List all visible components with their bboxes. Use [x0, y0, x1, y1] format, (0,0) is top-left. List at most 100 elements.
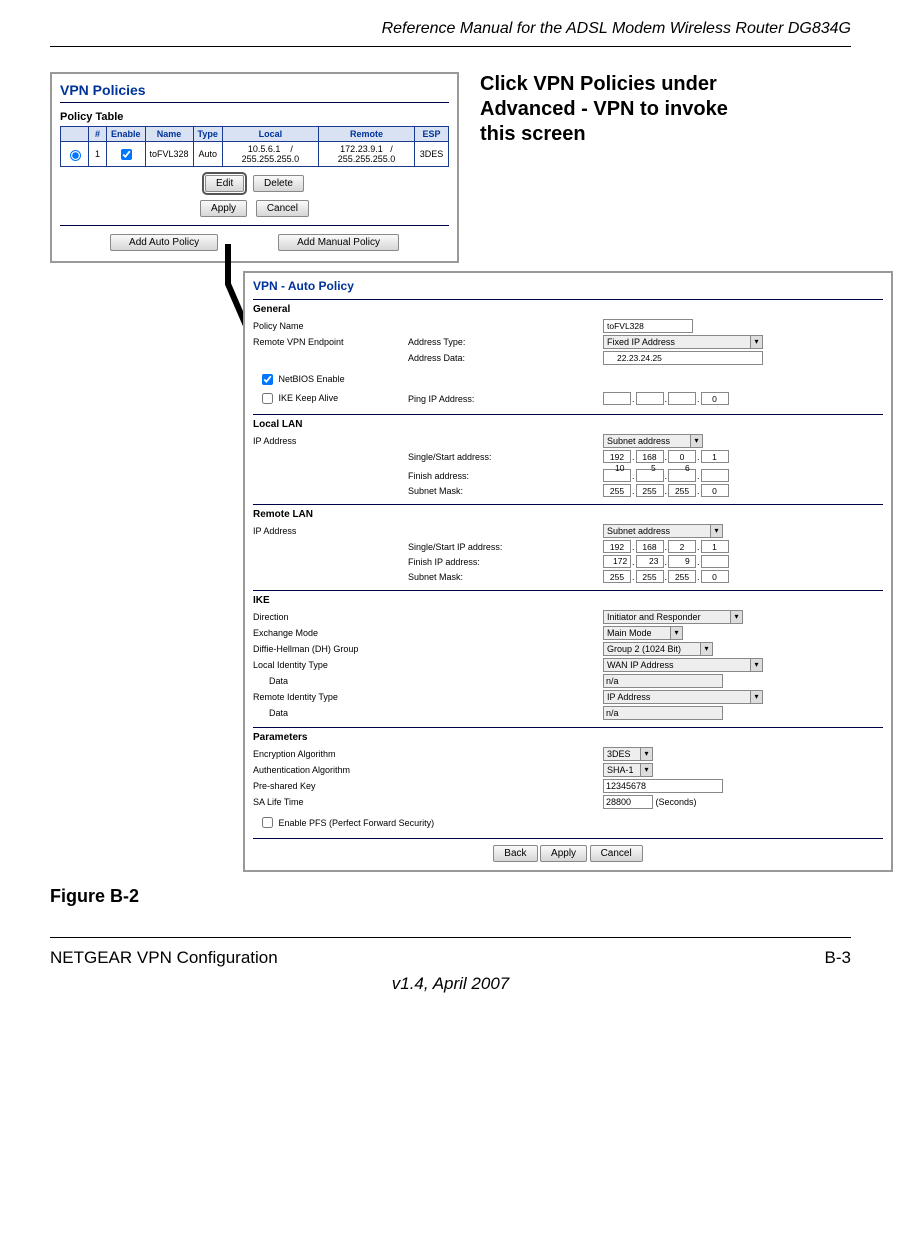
direction-select[interactable]: Initiator and Responder — [603, 610, 743, 624]
rm-o2[interactable] — [636, 570, 664, 583]
exchange-select[interactable]: Main Mode — [603, 626, 683, 640]
lm-o2[interactable] — [636, 484, 664, 497]
lf-o3[interactable] — [668, 469, 696, 482]
psk-label: Pre-shared Key — [253, 781, 603, 791]
section-head-remote: Remote LAN — [253, 509, 883, 520]
remote-ip-mode-select[interactable]: Subnet address — [603, 524, 723, 538]
remote-ip-label: IP Address — [253, 526, 408, 536]
ls-o4[interactable] — [701, 450, 729, 463]
header-rule — [50, 46, 851, 47]
rf-o3[interactable] — [668, 555, 696, 568]
address-data-input[interactable] — [603, 351, 763, 365]
rm-o1[interactable] — [603, 570, 631, 583]
local-single-ip: . . . — [603, 450, 729, 463]
cell-local-2: / — [290, 144, 293, 154]
edit-button[interactable]: Edit — [205, 175, 244, 192]
remote-id-type-select[interactable]: IP Address — [603, 690, 763, 704]
sa-unit: (Seconds) — [656, 797, 697, 807]
local-ip-mode-select[interactable]: Subnet address — [603, 434, 703, 448]
remote-data-label: Data — [253, 708, 603, 718]
ike-keepalive-checkbox[interactable] — [262, 393, 273, 404]
dropdown-caret-icon — [690, 435, 702, 447]
auto-cancel-button[interactable]: Cancel — [590, 845, 643, 862]
pfs-checkbox[interactable] — [262, 817, 273, 828]
remote-endpoint-label: Remote VPN Endpoint — [253, 337, 408, 347]
rm-o4[interactable] — [701, 570, 729, 583]
remote-single-ip: . . . — [603, 540, 729, 553]
local-id-type-label: Local Identity Type — [253, 660, 603, 670]
apply-button[interactable]: Apply — [200, 200, 247, 217]
section-ike: IKE Direction Initiator and Responder Ex… — [253, 590, 883, 721]
remote-id-type-label: Remote Identity Type — [253, 692, 603, 702]
ping-o3[interactable] — [668, 392, 696, 405]
back-button[interactable]: Back — [493, 845, 537, 862]
dropdown-caret-icon — [670, 627, 682, 639]
netbios-checkbox[interactable] — [262, 374, 273, 385]
btn-row-1: Edit Delete — [60, 175, 449, 192]
dropdown-caret-icon — [750, 659, 762, 671]
cancel-button[interactable]: Cancel — [256, 200, 309, 217]
rf-o1[interactable] — [603, 555, 631, 568]
netbios-label: NetBIOS Enable — [279, 374, 345, 384]
rs-o4[interactable] — [701, 540, 729, 553]
local-single-label: Single/Start address: — [408, 452, 603, 462]
rf-o4[interactable] — [701, 555, 729, 568]
ping-o4[interactable] — [701, 392, 729, 405]
cell-local-3: 255.255.255.0 — [242, 154, 300, 164]
callout-text: Click VPN Policies under Advanced - VPN … — [480, 72, 728, 147]
enc-select[interactable]: 3DES — [603, 747, 653, 761]
ls-o3[interactable] — [668, 450, 696, 463]
rm-o3[interactable] — [668, 570, 696, 583]
section-head-params: Parameters — [253, 732, 883, 743]
ping-o2[interactable] — [636, 392, 664, 405]
sa-input[interactable] — [603, 795, 653, 809]
dh-select[interactable]: Group 2 (1024 Bit) — [603, 642, 713, 656]
lm-o1[interactable] — [603, 484, 631, 497]
cell-remote-3: 255.255.255.0 — [338, 154, 396, 164]
th-sel — [61, 127, 89, 142]
lf-o2[interactable] — [636, 469, 664, 482]
ping-label: Ping IP Address: — [408, 394, 603, 404]
rs-o3[interactable] — [668, 540, 696, 553]
dropdown-caret-icon — [730, 611, 742, 623]
add-manual-policy-button[interactable]: Add Manual Policy — [278, 234, 399, 251]
address-type-select[interactable]: Fixed IP Address — [603, 335, 763, 349]
auth-select[interactable]: SHA-1 — [603, 763, 653, 777]
exchange-value: Main Mode — [607, 628, 652, 638]
policy-name-input[interactable] — [603, 319, 693, 333]
lf-o1[interactable] — [603, 469, 631, 482]
footer-right: B-3 — [825, 948, 851, 968]
lf-o4[interactable] — [701, 469, 729, 482]
table-row[interactable]: 1 toFVL328 Auto 10.5.6.1 / 255.255.255.0… — [61, 142, 449, 167]
lm-o3[interactable] — [668, 484, 696, 497]
bottom-btn-row: Add Auto Policy Add Manual Policy — [60, 234, 449, 251]
th-esp: ESP — [415, 127, 449, 142]
remote-finish-label: Finish IP address: — [408, 557, 603, 567]
row-select-radio[interactable] — [70, 150, 81, 161]
ping-o1[interactable] — [603, 392, 631, 405]
delete-button[interactable]: Delete — [253, 175, 304, 192]
rf-o2[interactable] — [636, 555, 664, 568]
ls-o2[interactable] — [636, 450, 664, 463]
add-auto-policy-button[interactable]: Add Auto Policy — [110, 234, 218, 251]
auto-apply-button[interactable]: Apply — [540, 845, 587, 862]
enable-checkbox[interactable] — [121, 149, 132, 160]
callout-l3: this screen — [480, 122, 728, 147]
address-data-label: Address Data: — [408, 353, 603, 363]
remote-data-input[interactable] — [603, 706, 723, 720]
ls-o1[interactable] — [603, 450, 631, 463]
rs-o1[interactable] — [603, 540, 631, 553]
address-type-label: Address Type: — [408, 337, 603, 347]
local-finish-label: Finish address: — [408, 471, 603, 481]
lm-o4[interactable] — [701, 484, 729, 497]
section-head-ike: IKE — [253, 595, 883, 606]
th-idx: # — [89, 127, 107, 142]
th-remote: Remote — [318, 127, 414, 142]
local-data-input[interactable] — [603, 674, 723, 688]
enc-label: Encryption Algorithm — [253, 749, 603, 759]
local-id-type-select[interactable]: WAN IP Address — [603, 658, 763, 672]
rs-o2[interactable] — [636, 540, 664, 553]
section-params: Parameters Encryption Algorithm 3DES Aut… — [253, 727, 883, 832]
psk-input[interactable] — [603, 779, 723, 793]
remote-mask-ip: . . . — [603, 570, 729, 583]
